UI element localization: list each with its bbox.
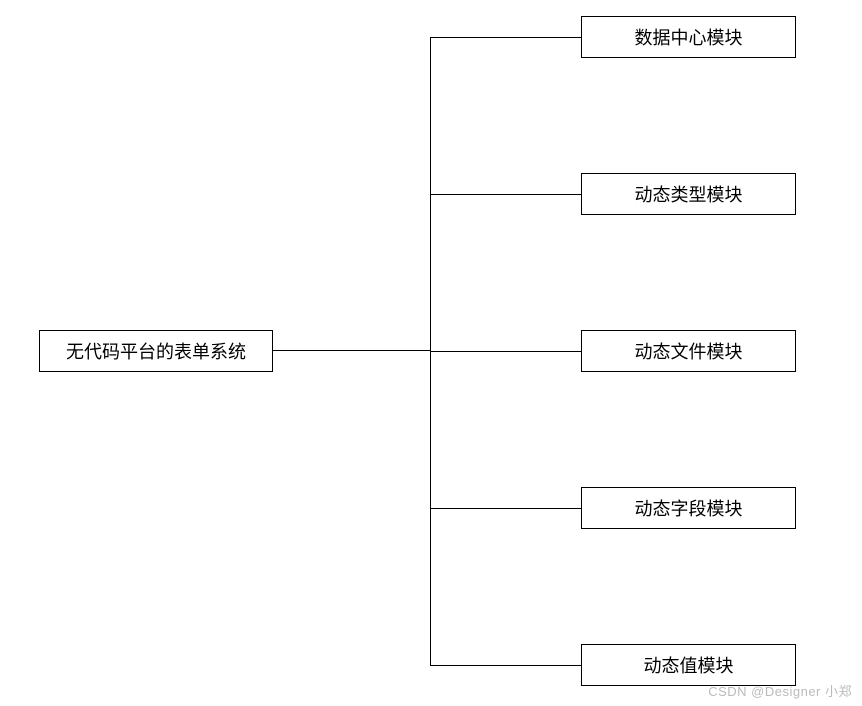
- connector-branch-3: [430, 508, 581, 509]
- child-node-label: 动态字段模块: [635, 495, 743, 521]
- child-node-0: 数据中心模块: [581, 16, 796, 58]
- child-node-label: 动态值模块: [644, 652, 734, 678]
- connector-root-trunk: [273, 350, 430, 351]
- connector-branch-0: [430, 37, 581, 38]
- root-node: 无代码平台的表单系统: [39, 330, 273, 372]
- connector-branch-1: [430, 194, 581, 195]
- child-node-4: 动态值模块: [581, 644, 796, 686]
- child-node-3: 动态字段模块: [581, 487, 796, 529]
- connector-branch-2: [430, 351, 581, 352]
- child-node-label: 动态文件模块: [635, 338, 743, 364]
- child-node-label: 动态类型模块: [635, 181, 743, 207]
- connector-branch-4: [430, 665, 581, 666]
- child-node-label: 数据中心模块: [635, 24, 743, 50]
- watermark-text: CSDN @Designer 小郑: [708, 681, 852, 700]
- root-node-label: 无代码平台的表单系统: [66, 338, 246, 364]
- child-node-1: 动态类型模块: [581, 173, 796, 215]
- child-node-2: 动态文件模块: [581, 330, 796, 372]
